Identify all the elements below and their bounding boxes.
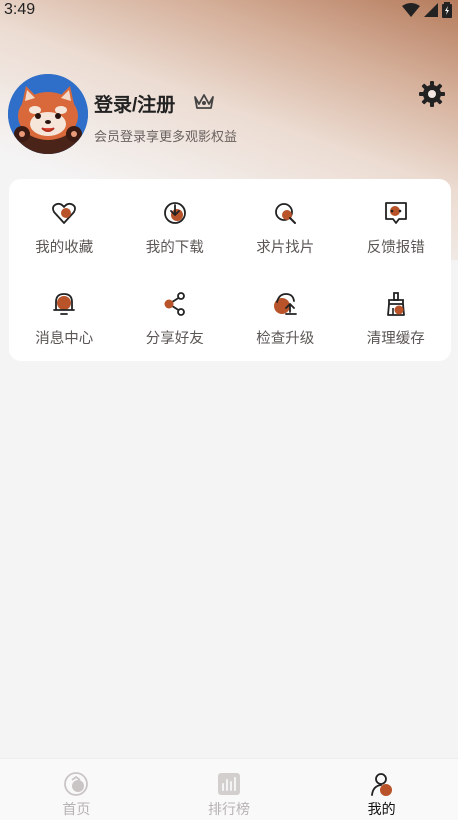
menu-item-label: 我的收藏 bbox=[35, 240, 94, 256]
menu-item-favorites[interactable]: 我的收藏 bbox=[9, 179, 120, 270]
ranking-icon bbox=[217, 773, 240, 795]
member-benefit-text: 会员登录享更多观影权益 bbox=[94, 130, 238, 145]
menu-item-feedback[interactable]: 反馈报错 bbox=[341, 179, 452, 270]
login-register-link[interactable]: 登录/注册 bbox=[94, 90, 175, 117]
heart-icon bbox=[52, 202, 77, 224]
menu-item-label: 求片找片 bbox=[256, 240, 315, 256]
nav-mine[interactable]: 我的 bbox=[307, 759, 457, 819]
menu-item-request-film[interactable]: 求片找片 bbox=[230, 179, 341, 270]
broom-icon bbox=[386, 292, 405, 316]
bell-icon bbox=[53, 293, 76, 315]
menu-item-messages[interactable]: 消息中心 bbox=[9, 270, 120, 361]
menu-item-clear-cache[interactable]: 清理缓存 bbox=[341, 270, 452, 361]
status-bar: 3:49 bbox=[0, 0, 458, 20]
menu-item-label: 反馈报错 bbox=[366, 240, 425, 256]
menu-item-label: 分享好友 bbox=[145, 331, 204, 347]
profile-header: 登录/注册 会员登录享更多观影权益 bbox=[8, 74, 448, 154]
nav-home[interactable]: 首页 bbox=[1, 759, 151, 819]
status-time: 3:49 bbox=[4, 1, 36, 18]
upgrade-icon bbox=[274, 293, 298, 315]
menu-item-label: 消息中心 bbox=[35, 331, 94, 347]
red-panda-avatar-icon bbox=[8, 74, 88, 154]
crown-icon bbox=[194, 94, 214, 109]
signal-icon bbox=[424, 3, 438, 17]
search-film-icon bbox=[275, 203, 297, 224]
menu-item-label: 清理缓存 bbox=[366, 331, 425, 347]
wifi-icon bbox=[402, 3, 420, 17]
menu-item-label: 我的下载 bbox=[145, 240, 204, 256]
status-icons bbox=[402, 2, 452, 18]
nav-ranking[interactable]: 排行榜 bbox=[154, 759, 304, 819]
menu-item-check-update[interactable]: 检查升级 bbox=[230, 270, 341, 361]
share-icon bbox=[164, 292, 185, 316]
bottom-navigation: 首页 排行榜 我的 bbox=[0, 758, 458, 820]
home-icon bbox=[64, 772, 89, 796]
nav-mine-label: 我的 bbox=[367, 802, 396, 818]
battery-icon bbox=[442, 2, 452, 18]
download-icon bbox=[163, 202, 186, 224]
menu-item-downloads[interactable]: 我的下载 bbox=[120, 179, 231, 270]
settings-gear-icon[interactable] bbox=[418, 80, 446, 108]
menu-item-label: 检查升级 bbox=[256, 331, 315, 347]
nav-home-label: 首页 bbox=[62, 802, 91, 818]
avatar[interactable] bbox=[8, 74, 88, 154]
profile-icon bbox=[370, 773, 392, 796]
menu-item-share[interactable]: 分享好友 bbox=[120, 270, 231, 361]
feedback-icon bbox=[384, 202, 407, 224]
features-card: 我的收藏 我的下载 求片找片 反馈报错 消息中心 分享好友 检查升级 清理缓存 bbox=[9, 179, 451, 361]
nav-ranking-label: 排行榜 bbox=[207, 802, 250, 818]
